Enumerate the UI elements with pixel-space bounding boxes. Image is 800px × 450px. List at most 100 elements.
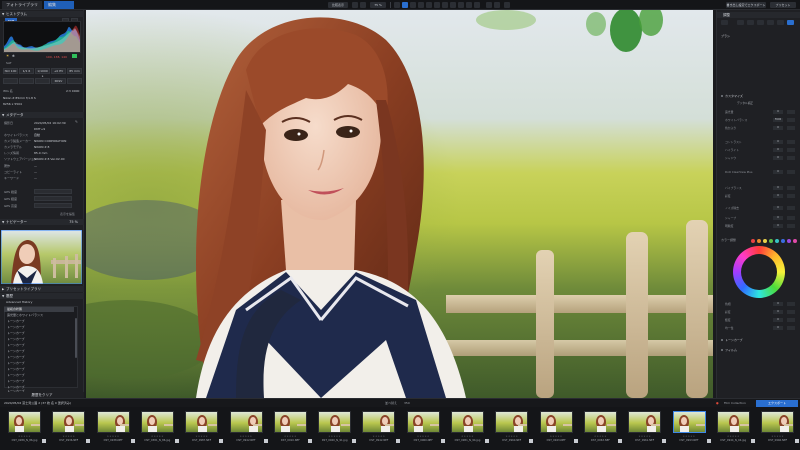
history-item[interactable]: トーンカーブ bbox=[4, 367, 74, 372]
hsl-row-uniformity[interactable]: 均一性 0 bbox=[721, 326, 797, 331]
shadow-warning-icon[interactable]: ✱ bbox=[12, 54, 15, 58]
rating-stars[interactable]: ★★★★★ bbox=[230, 435, 263, 438]
filmstrip-thumbnail[interactable] bbox=[8, 411, 41, 433]
history-item[interactable]: トーンカーブ bbox=[4, 379, 74, 384]
filmstrip-thumbnail[interactable] bbox=[716, 411, 750, 433]
rating-stars[interactable]: ★★★★★ bbox=[185, 435, 218, 438]
adjust-row-sharpness[interactable]: シャープ 0 bbox=[721, 216, 797, 221]
horizon-icon[interactable] bbox=[410, 2, 416, 8]
rating-stars[interactable]: ★★★★★ bbox=[717, 435, 750, 438]
adjust-row-saturation[interactable]: 彩度 0 bbox=[721, 194, 797, 199]
rating-stars[interactable]: ★★★★★ bbox=[540, 435, 573, 438]
history-item[interactable]: トーンカーブ bbox=[4, 331, 74, 336]
rotate-left-icon[interactable] bbox=[394, 2, 400, 8]
rating-stars[interactable]: ★★★★★ bbox=[407, 435, 440, 438]
export-button[interactable]: エクスポート bbox=[756, 400, 798, 407]
history-item[interactable]: トーンカーブ bbox=[4, 361, 74, 366]
history-panel-header[interactable]: ▼ 履歴 bbox=[0, 293, 84, 299]
history-item[interactable]: トーンカーブ bbox=[4, 349, 74, 354]
rating-stars[interactable]: ★★★★★ bbox=[628, 435, 661, 438]
film-collection-label[interactable]: Film Collection bbox=[724, 401, 746, 405]
adjust-row-tint[interactable]: 色かぶり 0 bbox=[721, 126, 797, 131]
adjust-row-shadows[interactable]: シャドウ 0 bbox=[721, 156, 797, 161]
loupe-icon[interactable] bbox=[466, 2, 472, 8]
preset-button[interactable]: プリセット bbox=[770, 2, 796, 8]
filmstrip-thumbnail[interactable] bbox=[52, 411, 86, 433]
filmstrip-thumbnail[interactable] bbox=[273, 411, 307, 433]
hsl-row-hue[interactable]: 色相 0 bbox=[721, 302, 797, 307]
rating-stars[interactable]: ★★★★★ bbox=[97, 435, 130, 438]
history-scrollbar[interactable] bbox=[75, 318, 77, 358]
compare-button[interactable]: 比較表示 bbox=[328, 2, 348, 8]
red-eye-icon[interactable] bbox=[426, 2, 432, 8]
filmstrip-thumbnail[interactable] bbox=[761, 411, 795, 433]
rating-stars[interactable]: ★★★★★ bbox=[761, 435, 794, 438]
swatch-purple[interactable] bbox=[787, 239, 791, 243]
rating-stars[interactable]: ★★★★★ bbox=[274, 435, 307, 438]
gps-lon-field[interactable] bbox=[34, 196, 72, 201]
local-adjust-icon[interactable] bbox=[434, 2, 440, 8]
fit-icon[interactable] bbox=[352, 2, 358, 8]
eye-icon[interactable] bbox=[721, 20, 728, 25]
gps-lat-field[interactable] bbox=[34, 189, 72, 194]
rating-stars[interactable]: ★★★★★ bbox=[584, 435, 617, 438]
navigator-thumbnail[interactable] bbox=[1, 230, 82, 284]
highlight-warning-icon[interactable]: ☀ bbox=[6, 54, 9, 58]
watermark-icon[interactable] bbox=[450, 2, 456, 8]
swatch-cyan[interactable] bbox=[775, 239, 779, 243]
filmstrip-thumbnail[interactable] bbox=[583, 411, 617, 433]
repair-icon[interactable] bbox=[418, 2, 424, 8]
local-adjust-active-icon[interactable] bbox=[787, 20, 794, 25]
navigator-panel-header[interactable]: ▼ ナビゲーター 75 % bbox=[0, 219, 84, 225]
filmstrip-thumbnail[interactable] bbox=[318, 411, 352, 433]
gps-alt-field[interactable] bbox=[34, 203, 72, 208]
history-item[interactable]: トーンカーブ bbox=[4, 319, 74, 324]
filmstrip-thumbnail[interactable] bbox=[451, 411, 484, 433]
swatch-orange[interactable] bbox=[757, 239, 761, 243]
rating-stars[interactable]: ★★★★★ bbox=[495, 435, 528, 438]
image-canvas[interactable] bbox=[86, 10, 713, 398]
preset-library-header[interactable]: ▶ プリセットライブラリ bbox=[0, 286, 84, 292]
rating-stars[interactable]: ★★★★★ bbox=[141, 435, 174, 438]
zoom-select[interactable]: 75 % bbox=[370, 2, 386, 8]
swatch-magenta[interactable] bbox=[793, 239, 797, 243]
filmstrip-thumbnail[interactable] bbox=[362, 411, 396, 433]
history-item[interactable]: トーンカーブ bbox=[4, 325, 74, 330]
adjust-row-vibrance[interactable]: バイブランス 0 bbox=[721, 186, 797, 191]
filmstrip-thumbnail[interactable] bbox=[96, 411, 130, 433]
edit-display-link[interactable]: 表示を編集 bbox=[60, 212, 75, 216]
adjust-panel-header[interactable]: 調整 bbox=[717, 12, 800, 18]
swatch-green[interactable] bbox=[769, 239, 773, 243]
hsl-row-saturation[interactable]: 彩度 0 bbox=[721, 310, 797, 315]
tab-edit[interactable]: 編集 bbox=[44, 1, 74, 9]
brush-icon[interactable] bbox=[737, 20, 744, 25]
gradient-icon[interactable] bbox=[747, 20, 754, 25]
undo-icon[interactable] bbox=[486, 2, 492, 8]
rating-stars[interactable]: ★★★★★ bbox=[318, 435, 351, 438]
export-settings-button[interactable]: 書き出し設定でエクスポート bbox=[726, 2, 766, 8]
filmstrip-thumbnail[interactable] bbox=[628, 411, 662, 433]
sort-label[interactable]: 並べ替え bbox=[385, 401, 397, 405]
adjust-row-clearview[interactable]: DxO ClearView Plus 0 bbox=[721, 170, 797, 175]
picker-icon[interactable] bbox=[767, 20, 774, 25]
histogram-icon[interactable] bbox=[474, 2, 480, 8]
history-item[interactable]: トーンカーブ bbox=[4, 373, 74, 378]
rating-stars[interactable]: ★★★★★ bbox=[451, 435, 484, 438]
rating-stars[interactable]: ★★★★★ bbox=[362, 435, 395, 438]
histogram-panel-header[interactable]: ▼ ヒストグラム bbox=[0, 11, 84, 17]
swatch-red[interactable] bbox=[751, 239, 755, 243]
fullscreen-icon[interactable] bbox=[360, 2, 366, 8]
customize-section-header[interactable]: カスタマイズ bbox=[719, 94, 799, 99]
film-section[interactable]: フィルム bbox=[719, 348, 799, 353]
filmstrip-thumbnail[interactable] bbox=[672, 411, 706, 433]
adjust-row-clarity[interactable]: 明瞭度 0 bbox=[721, 224, 797, 229]
filmstrip-thumbnail[interactable] bbox=[185, 411, 219, 433]
eraser-icon[interactable] bbox=[757, 20, 764, 25]
history-item[interactable]: トーンカーブ bbox=[4, 355, 74, 360]
grid-icon[interactable] bbox=[458, 2, 464, 8]
before-after-icon[interactable] bbox=[504, 2, 510, 8]
filmstrip-thumbnail[interactable] bbox=[140, 411, 174, 433]
adjust-row-highlights[interactable]: ハイライト 0 bbox=[721, 148, 797, 153]
swatch-blue[interactable] bbox=[781, 239, 785, 243]
auto-mask-icon[interactable] bbox=[777, 20, 784, 25]
